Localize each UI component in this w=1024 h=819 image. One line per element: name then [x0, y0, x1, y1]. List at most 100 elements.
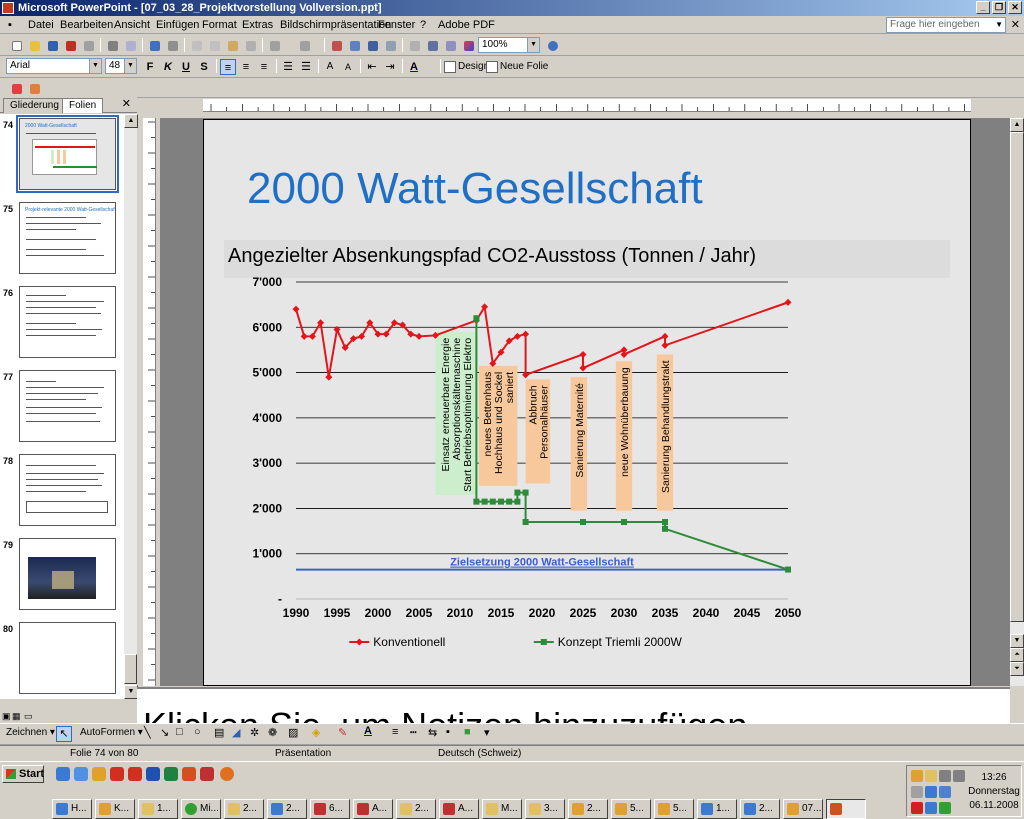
shadow-button[interactable]: S	[196, 59, 212, 75]
taskbar-item[interactable]: 2...	[396, 799, 436, 819]
insert-diagram-icon[interactable]	[382, 37, 398, 53]
tray-icon[interactable]	[953, 770, 965, 782]
scroll-thumb[interactable]	[1010, 132, 1024, 622]
co2-chart[interactable]: - 1'000 2'000 3'000 4'000 5'000 6'000 7'000 1990…	[204, 120, 972, 687]
menu-einfuegen[interactable]: Einfügen	[156, 16, 199, 34]
line-icon[interactable]: ╲	[144, 726, 151, 739]
copy-icon[interactable]	[206, 37, 222, 53]
menu-format[interactable]: Format	[202, 16, 237, 34]
sorter-view-icon[interactable]: ▦	[12, 711, 21, 722]
font-dropdown-icon[interactable]: ▼	[89, 59, 101, 73]
print-preview-icon[interactable]	[122, 37, 138, 53]
taskbar-item[interactable]: 1...	[138, 799, 178, 819]
insert-tables-icon[interactable]	[364, 37, 380, 53]
tray-icon[interactable]	[925, 786, 937, 798]
restore-button[interactable]: ❐	[992, 1, 1006, 14]
dash-style-icon[interactable]: ┅	[410, 726, 417, 739]
diagram-icon[interactable]: ✲	[250, 726, 259, 739]
tray-icon[interactable]	[925, 802, 937, 814]
taskbar-item[interactable]: 5...	[611, 799, 651, 819]
slide-canvas[interactable]: 2000 Watt-Gesellschaft Angezielter Absen…	[203, 119, 971, 686]
tray-icon[interactable]	[939, 770, 951, 782]
tab-gliederung[interactable]: Gliederung	[3, 98, 66, 113]
zoom-select[interactable]: 100% ▼	[478, 37, 540, 53]
open-folder-icon[interactable]	[26, 37, 42, 53]
start-button[interactable]: Start	[2, 765, 44, 783]
menu-datei[interactable]: Datei	[28, 16, 54, 34]
menu-bearbeiten[interactable]: Bearbeiten	[60, 16, 113, 34]
tray-icon[interactable]	[925, 770, 937, 782]
oval-icon[interactable]: ○	[194, 726, 201, 738]
slide-scrollbar[interactable]: ▲ ▼ ⏶ ⏷	[1010, 118, 1024, 686]
menu-ansicht[interactable]: Ansicht	[114, 16, 150, 34]
save-icon[interactable]	[44, 37, 60, 53]
normal-view-icon[interactable]: ▣	[2, 711, 11, 722]
bold-button[interactable]: F	[142, 59, 158, 75]
rectangle-icon[interactable]: □	[176, 726, 183, 738]
delete-comment-icon[interactable]	[26, 80, 42, 96]
slide-thumbnail[interactable]	[19, 622, 116, 694]
scroll-down-icon[interactable]: ▼	[1010, 634, 1024, 648]
minimize-button[interactable]: _	[976, 1, 990, 14]
scroll-thumb[interactable]	[124, 654, 137, 684]
underline-button[interactable]: U	[178, 59, 194, 75]
menu-file-icon[interactable]: ▪	[8, 16, 12, 34]
taskbar-item[interactable]: A...	[353, 799, 393, 819]
quicklaunch-pdf-icon[interactable]	[200, 767, 214, 781]
print-icon[interactable]	[104, 37, 120, 53]
research-icon[interactable]	[164, 37, 180, 53]
textbox-icon[interactable]: ▤	[214, 726, 224, 739]
taskbar-item[interactable]: 6...	[310, 799, 350, 819]
show-grid-icon[interactable]	[442, 37, 458, 53]
color-grayscale-icon[interactable]	[460, 37, 476, 53]
wordart-icon[interactable]: ◢	[232, 726, 240, 739]
show-formatting-icon[interactable]	[424, 37, 440, 53]
arrow-icon[interactable]: ↘	[160, 726, 169, 739]
slide-thumbnail[interactable]	[19, 538, 116, 610]
font-color-draw-icon[interactable]: A	[364, 725, 372, 737]
3d-style-icon[interactable]: ■	[464, 726, 471, 738]
decrease-font-icon[interactable]: A	[340, 59, 356, 75]
numbering-icon[interactable]: ☰	[280, 59, 296, 75]
menu-extras[interactable]: Extras	[242, 16, 273, 34]
taskbar-item[interactable]: 1...	[697, 799, 737, 819]
size-dropdown-icon[interactable]: ▼	[124, 59, 136, 73]
undo-icon[interactable]	[266, 37, 282, 53]
font-size-select[interactable]: 48 ▼	[105, 58, 137, 74]
taskbar-item[interactable]: 2...	[740, 799, 780, 819]
slide-thumbnail[interactable]: 2000 Watt-Gesellschaft	[16, 115, 119, 193]
quicklaunch-word-icon[interactable]	[146, 767, 160, 781]
dropdown-arrow-icon[interactable]: ▼	[995, 18, 1003, 32]
tray-icon[interactable]	[939, 802, 951, 814]
arrow-style-icon[interactable]: ⇆	[428, 726, 437, 739]
clipart-icon[interactable]: ❁	[268, 726, 277, 739]
picture-icon[interactable]: ▨	[288, 726, 298, 739]
menu-bildschirmpraesentation[interactable]: Bildschirmpräsentation	[280, 16, 391, 34]
scroll-down-icon[interactable]: ▼	[124, 685, 138, 699]
design-button[interactable]: Design	[444, 59, 489, 75]
next-slide-icon[interactable]: ⏷	[1010, 662, 1024, 676]
taskbar-item[interactable]: M...	[482, 799, 522, 819]
fill-color-icon[interactable]: ◈	[312, 726, 320, 739]
menu-help[interactable]: ?	[420, 16, 426, 34]
permission-icon[interactable]	[62, 37, 78, 53]
slide-thumbnail[interactable]	[19, 454, 116, 526]
help-search-input[interactable]: Frage hier eingeben ▼	[886, 17, 1006, 33]
menu-fenster[interactable]: Fenster	[378, 16, 415, 34]
close-window-button[interactable]: ✕	[1008, 1, 1022, 14]
thumbnail-scrollbar[interactable]: ▲ ▼	[124, 114, 138, 699]
scroll-up-icon[interactable]: ▲	[124, 114, 138, 128]
tray-icon[interactable]	[911, 786, 923, 798]
quicklaunch-ie-icon[interactable]	[56, 767, 70, 781]
italic-button[interactable]: K	[160, 59, 176, 75]
shadow-style-icon[interactable]: ▪	[446, 726, 450, 738]
scroll-up-icon[interactable]: ▲	[1010, 118, 1024, 132]
taskbar-item[interactable]: Mi...	[181, 799, 221, 819]
quicklaunch-app-icon[interactable]	[110, 767, 124, 781]
spellcheck-icon[interactable]	[146, 37, 162, 53]
autoshapes-button[interactable]: AutoFormen ▾	[80, 727, 143, 738]
previous-slide-icon[interactable]: ⏶	[1010, 648, 1024, 662]
quicklaunch-firefox-icon[interactable]	[220, 767, 234, 781]
slideshow-view-icon[interactable]: ▭	[24, 711, 33, 722]
email-icon[interactable]	[80, 37, 96, 53]
